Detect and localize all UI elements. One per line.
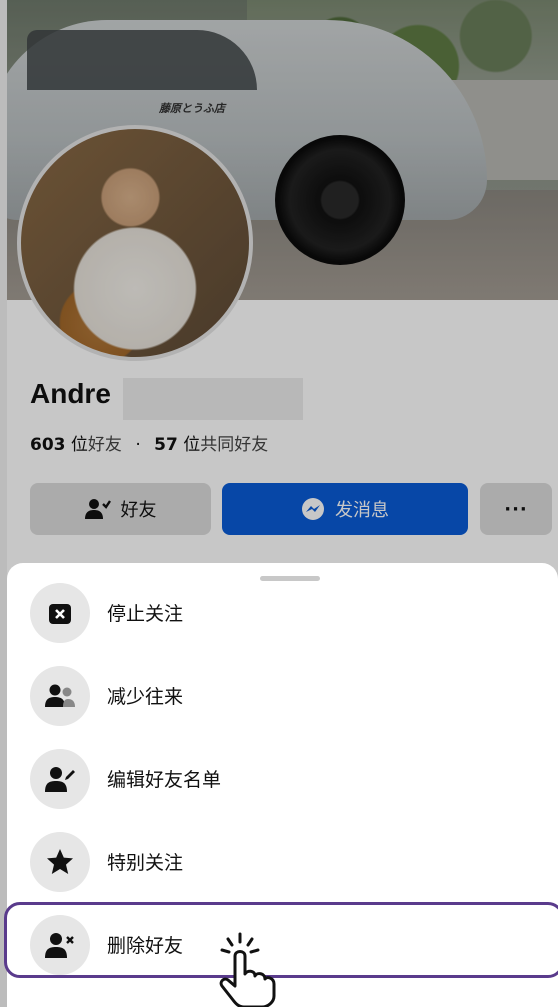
menu-item-see-less[interactable]: 减少往来: [7, 658, 558, 738]
tap-hand-pointer-icon: [210, 930, 280, 1007]
unfollow-icon: [30, 583, 90, 643]
menu-item-label: 减少往来: [107, 686, 184, 708]
menu-item-label: 停止关注: [107, 603, 184, 625]
menu-item-favorites[interactable]: 特别关注: [7, 824, 558, 904]
star-icon: [30, 832, 90, 892]
edit-friend-icon: [30, 749, 90, 809]
menu-item-label: 编辑好友名单: [107, 769, 222, 791]
menu-item-edit-friend-list[interactable]: 编辑好友名单: [7, 741, 558, 821]
menu-item-label: 特别关注: [107, 852, 184, 874]
menu-item-unfollow[interactable]: 停止关注: [7, 575, 558, 655]
tap-highlight-box: [4, 902, 558, 978]
people-icon: [30, 666, 90, 726]
app-screen: 藤原とうふ店 Andre 603 位好友 · 57 位共同好友 好友 发消息 ·…: [0, 0, 558, 1007]
